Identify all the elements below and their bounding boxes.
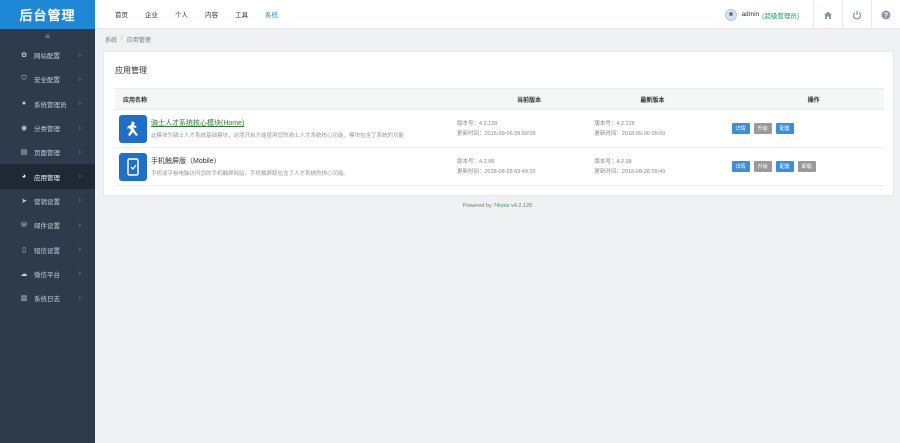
top-nav: 首页 企业 个人 内容 工具 系统 (115, 9, 295, 19)
top-bar: 首页 企业 个人 内容 工具 系统 admin (超级管理员) ? (95, 0, 900, 29)
sidebar-item-2[interactable]: ● 系统管理员 › (0, 92, 95, 116)
app-management-panel: 应用管理 应用名称 当前版本 最新版本 操作 骑士人才系统核心模块(Home) (103, 51, 894, 196)
chevron-right-icon: › (78, 197, 81, 205)
top-nav-item[interactable]: 个人 (175, 9, 188, 19)
knight-app-icon (119, 114, 147, 143)
logo: 后台管理 (0, 0, 95, 29)
latest-update-time: 更新时间：2018-08-28 09:49 (594, 168, 666, 175)
current-version: 版本号：4.2.98 (457, 158, 495, 165)
action-button[interactable]: 详情 (731, 161, 750, 172)
chevron-right-icon: › (78, 270, 81, 278)
action-button[interactable]: 升级 (753, 161, 772, 172)
current-update-time: 更新时间：2018-09-06 09:09:09 (457, 130, 536, 137)
latest-update-time: 更新时间：2018-09-06 09:09 (594, 130, 666, 137)
chevron-right-icon: › (78, 294, 81, 302)
app-description: 此模块为骑士人才系统基础模块，必须开启才能使用您的骑士人才系统核心功能，模块包含… (151, 133, 405, 139)
chevron-right-icon: › (78, 75, 81, 83)
category-icon: ◉ (20, 125, 28, 133)
chevron-right-icon: › (78, 100, 81, 108)
mobile-app-icon (119, 152, 147, 181)
app-table: 应用名称 当前版本 最新版本 操作 骑士人才系统核心模块(Home) 此模块为骑… (115, 88, 884, 186)
footer-prefix: Powered by (462, 203, 494, 209)
chevron-right-icon: › (78, 221, 81, 229)
sidebar-item-9[interactable]: ☁ 微信平台 › (0, 262, 95, 286)
sidebar-collapse-icon[interactable]: ≡ (0, 29, 95, 43)
sidebar-item-label: 系统管理员 (34, 101, 67, 109)
sidebar-item-6[interactable]: ➤ 营销设置 › (0, 189, 95, 213)
app-description: 手机或平板电脑访问您的手机触屏网站，手机触屏版包含了人才系统的核心功能。 (151, 171, 350, 177)
user-icon: ● (21, 100, 27, 108)
sidebar-item-label: 营销设置 (34, 198, 60, 206)
col-header-name: 应用名称 (123, 97, 148, 104)
page-title: 应用管理 (115, 66, 147, 75)
col-header-latest: 最新版本 (640, 97, 665, 104)
sidebar: 后台管理 ≡ ✿ 网站配置 › ⛉ 安全配置 › ● 系统管理员 › ◉ 分类管理 › ▤ 页面管理 › ◕ 应… (0, 0, 95, 443)
sidebar-item-label: 系统日志 (34, 296, 60, 304)
sidebar-item-label: 页面管理 (34, 150, 60, 158)
action-button[interactable]: 配置 (775, 161, 794, 172)
svg-text:?: ? (884, 12, 888, 19)
wechat-icon: ☁ (20, 270, 28, 278)
table-row: 骑士人才系统核心模块(Home) 此模块为骑士人才系统基础模块，必须开启才能使用… (115, 110, 884, 148)
top-nav-item[interactable]: 系统 (265, 9, 278, 19)
sidebar-item-label: 分类管理 (34, 126, 60, 134)
top-nav-item[interactable]: 企业 (145, 9, 158, 19)
breadcrumb: 系统 / 应用管理 (105, 35, 151, 44)
sidebar-item-10[interactable]: ▥ 系统日志 › (0, 286, 95, 310)
paper-plane-icon: ➤ (21, 197, 27, 205)
sidebar-item-label: 邮件设置 (34, 223, 60, 231)
top-nav-item[interactable]: 工具 (235, 9, 248, 19)
chevron-right-icon: › (78, 124, 81, 132)
action-button[interactable]: 卸载 (797, 161, 816, 172)
avatar[interactable] (725, 8, 738, 21)
shield-icon: ⛉ (21, 75, 27, 83)
chevron-right-icon: › (78, 246, 81, 254)
sidebar-item-label: 微信平台 (34, 271, 60, 279)
footer-version: v4.2.128 (509, 203, 533, 209)
top-nav-item[interactable]: 内容 (205, 9, 218, 19)
col-header-actions: 操作 (807, 97, 820, 104)
action-button[interactable]: 配置 (775, 123, 794, 134)
sidebar-item-1[interactable]: ⛉ 安全配置 › (0, 67, 95, 91)
sidebar-item-label: 短信设置 (34, 247, 60, 255)
sidebar-item-8[interactable]: ▯ 短信设置 › (0, 237, 95, 261)
sidebar-item-5[interactable]: ◕ 应用管理 › (0, 164, 95, 189)
breadcrumb-item: 应用管理 (126, 37, 151, 44)
admin-name[interactable]: admin (741, 11, 759, 18)
sidebar-item-7[interactable]: ✉ 邮件设置 › (0, 213, 95, 237)
action-button[interactable]: 详情 (731, 123, 750, 134)
breadcrumb-item[interactable]: 系统 (105, 35, 117, 44)
chevron-right-icon: › (78, 51, 81, 59)
app-name[interactable]: 手机触屏版（Mobile） (151, 156, 457, 166)
action-button[interactable]: 升级 (753, 123, 772, 134)
col-header-current: 当前版本 (517, 97, 542, 104)
chevron-right-icon: › (78, 148, 81, 156)
footer-brand-link[interactable]: 74cms (493, 203, 509, 209)
app-name-link[interactable]: 骑士人才系统核心模块(Home) (151, 118, 457, 128)
sidebar-item-4[interactable]: ▤ 页面管理 › (0, 140, 95, 164)
latest-version: 版本号：4.2.98 (594, 158, 632, 165)
home-icon[interactable] (813, 0, 842, 29)
log-icon: ▥ (20, 295, 28, 303)
footer: Powered by 74cms v4.2.128 (95, 203, 900, 209)
current-version: 版本号：4.2.128 (457, 120, 498, 127)
power-icon[interactable] (842, 0, 871, 29)
app-icon: ◕ (21, 173, 27, 181)
sidebar-item-label: 安全配置 (34, 77, 60, 85)
top-nav-item[interactable]: 首页 (115, 9, 128, 19)
latest-version: 版本号：4.2.128 (594, 120, 635, 127)
sidebar-item-label: 应用管理 (34, 174, 60, 182)
sidebar-item-label: 网站配置 (34, 53, 60, 61)
chevron-right-icon: › (78, 173, 81, 181)
mail-icon: ✉ (21, 222, 27, 230)
sidebar-item-0[interactable]: ✿ 网站配置 › (0, 43, 95, 67)
gear-icon: ✿ (21, 52, 27, 60)
mobile-icon: ▯ (22, 246, 26, 254)
current-update-time: 更新时间：2018-08-28 09:49:25 (457, 168, 536, 175)
table-row: 手机触屏版（Mobile） 手机或平板电脑访问您的手机触屏网站，手机触屏版包含了… (115, 148, 884, 186)
sidebar-item-3[interactable]: ◉ 分类管理 › (0, 116, 95, 140)
admin-role: (超级管理员) (762, 12, 799, 20)
page-icon: ▤ (20, 149, 28, 157)
help-icon[interactable]: ? (871, 0, 900, 29)
